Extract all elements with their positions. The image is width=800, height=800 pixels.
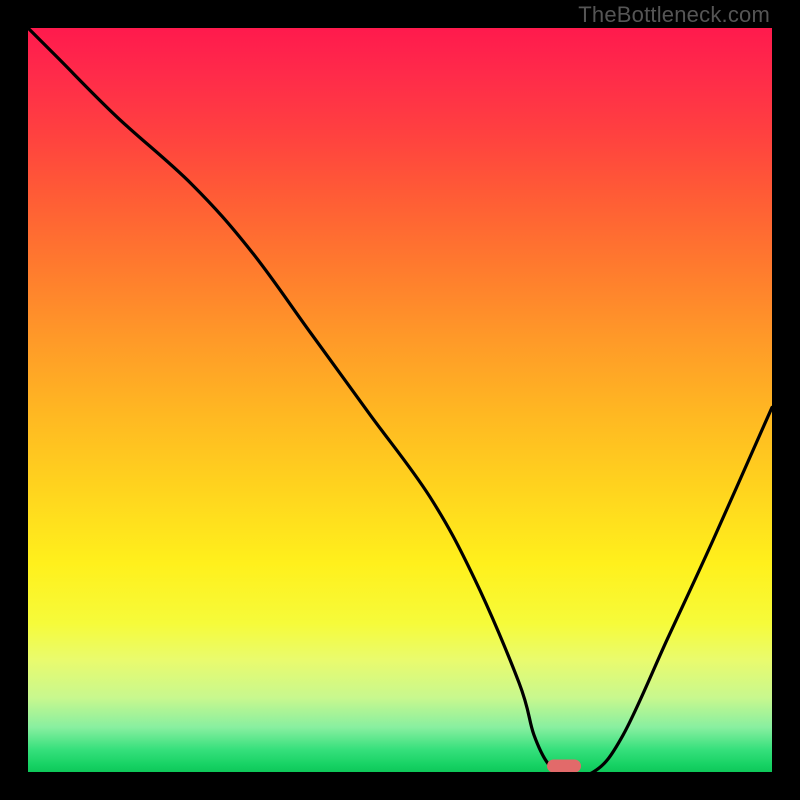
watermark-text: TheBottleneck.com bbox=[578, 2, 770, 28]
plot-area bbox=[28, 28, 772, 772]
chart-frame: TheBottleneck.com bbox=[0, 0, 800, 800]
optimal-marker bbox=[547, 760, 581, 773]
bottleneck-curve bbox=[28, 28, 772, 772]
